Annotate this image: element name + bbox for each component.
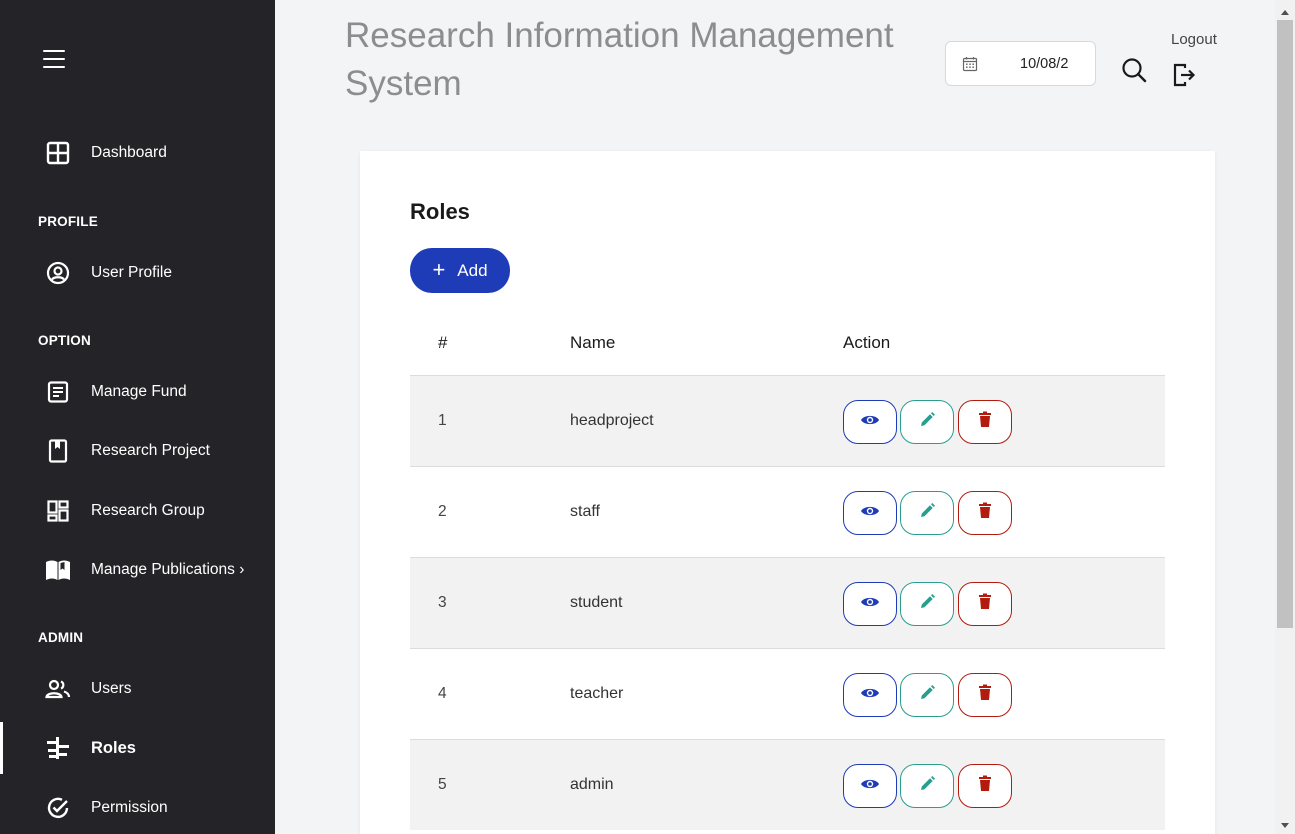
book-open-icon: [45, 558, 71, 582]
sidebar-item-label: Manage Publications ›: [91, 561, 245, 578]
column-header-action: Action: [843, 333, 891, 352]
delete-button[interactable]: [958, 673, 1012, 717]
trash-icon: [978, 411, 992, 433]
view-button[interactable]: [843, 764, 897, 808]
document-icon: [45, 380, 71, 404]
row-number: 3: [438, 594, 447, 611]
row-number: 2: [438, 503, 447, 520]
sidebar-item-label: Users: [91, 680, 132, 697]
eye-icon: [860, 595, 880, 614]
table-row: 2 staff: [410, 466, 1165, 557]
table-row: 3 student: [410, 557, 1165, 648]
sidebar-item-label: User Profile: [91, 264, 172, 281]
eye-icon: [860, 686, 880, 705]
view-button[interactable]: [843, 673, 897, 717]
delete-button[interactable]: [958, 764, 1012, 808]
sidebar-item-permission[interactable]: Permission: [0, 786, 275, 830]
sidebar-item-user-profile[interactable]: User Profile: [0, 251, 275, 295]
sidebar-item-dashboard[interactable]: Dashboard: [0, 131, 275, 175]
chevron-right-icon: ›: [239, 561, 245, 578]
app-title: Research Information Management System: [345, 16, 894, 103]
view-button[interactable]: [843, 582, 897, 626]
menu-toggle-icon[interactable]: [43, 50, 65, 68]
pencil-icon: [918, 593, 936, 616]
delete-button[interactable]: [958, 491, 1012, 535]
edit-button[interactable]: [900, 491, 954, 535]
roles-icon: [45, 736, 71, 760]
column-header-number: #: [438, 333, 448, 352]
view-button[interactable]: [843, 400, 897, 444]
sidebar-item-label: Permission: [91, 799, 168, 816]
search-icon[interactable]: [1120, 56, 1148, 84]
scroll-down-arrow-icon[interactable]: [1275, 818, 1295, 828]
row-number: 4: [438, 685, 447, 702]
dashboard-icon: [45, 141, 71, 165]
trash-icon: [978, 593, 992, 615]
sidebar-item-label: Roles: [91, 738, 136, 757]
date-value: 10/08/2024: [1020, 55, 1069, 72]
sidebar-item-manage-publications[interactable]: Manage Publications ›: [0, 548, 275, 592]
row-number: 5: [438, 776, 447, 793]
trash-icon: [978, 684, 992, 706]
sidebar-item-label: Research Group: [91, 502, 205, 519]
row-name: student: [570, 594, 623, 611]
section-profile: PROFILE: [38, 214, 98, 229]
row-name: headproject: [570, 412, 654, 429]
edit-button[interactable]: [900, 400, 954, 444]
row-name: admin: [570, 776, 614, 793]
sidebar-item-label: Research Project: [91, 442, 210, 459]
row-number: 1: [438, 412, 447, 429]
delete-button[interactable]: [958, 400, 1012, 444]
eye-icon: [860, 413, 880, 432]
table-row: 4 teacher: [410, 648, 1165, 739]
sidebar-item-label: Dashboard: [91, 144, 167, 161]
sidebar-item-research-project[interactable]: Research Project: [0, 429, 275, 473]
logout-label[interactable]: Logout: [1171, 31, 1217, 48]
pencil-icon: [918, 502, 936, 525]
table-row: 1 headproject: [410, 375, 1165, 466]
edit-button[interactable]: [900, 582, 954, 626]
user-circle-icon: [45, 261, 71, 285]
users-icon: [45, 677, 71, 701]
sidebar-item-manage-fund[interactable]: Manage Fund: [0, 370, 275, 414]
sidebar-item-label: Manage Fund: [91, 383, 187, 400]
edit-button[interactable]: [900, 764, 954, 808]
eye-icon: [860, 777, 880, 796]
page-title: Roles: [410, 199, 470, 224]
calendar-icon[interactable]: [962, 56, 978, 77]
section-option: OPTION: [38, 333, 91, 348]
add-role-button[interactable]: + Add: [410, 248, 510, 293]
add-button-label: Add: [457, 260, 488, 280]
sidebar: Dashboard PROFILE User Profile OPTION Ma…: [0, 0, 275, 834]
pencil-icon: [918, 775, 936, 798]
logout-icon[interactable]: [1172, 62, 1198, 88]
sidebar-item-research-group[interactable]: Research Group: [0, 489, 275, 533]
date-input[interactable]: 10/08/2024: [945, 41, 1096, 86]
column-header-name: Name: [570, 333, 616, 352]
section-admin: ADMIN: [38, 630, 84, 645]
scrollbar-thumb[interactable]: [1277, 20, 1293, 628]
check-circle-icon: [45, 796, 71, 820]
sidebar-item-roles[interactable]: Roles: [0, 722, 275, 774]
plus-icon: +: [432, 256, 446, 282]
row-name: staff: [570, 503, 600, 520]
eye-icon: [860, 504, 880, 523]
view-button[interactable]: [843, 491, 897, 535]
bookmark-icon: [45, 439, 71, 463]
pencil-icon: [918, 411, 936, 434]
row-name: teacher: [570, 685, 624, 702]
roles-card: Roles + Add # Name Action 1 headproject 2 s…: [360, 151, 1215, 834]
grid-icon: [45, 499, 71, 523]
sidebar-item-users[interactable]: Users: [0, 667, 275, 711]
trash-icon: [978, 502, 992, 524]
delete-button[interactable]: [958, 582, 1012, 626]
scroll-up-arrow-icon[interactable]: [1275, 4, 1295, 15]
trash-icon: [978, 775, 992, 797]
edit-button[interactable]: [900, 673, 954, 717]
pencil-icon: [918, 684, 936, 707]
table-row: 5 admin: [410, 739, 1165, 830]
